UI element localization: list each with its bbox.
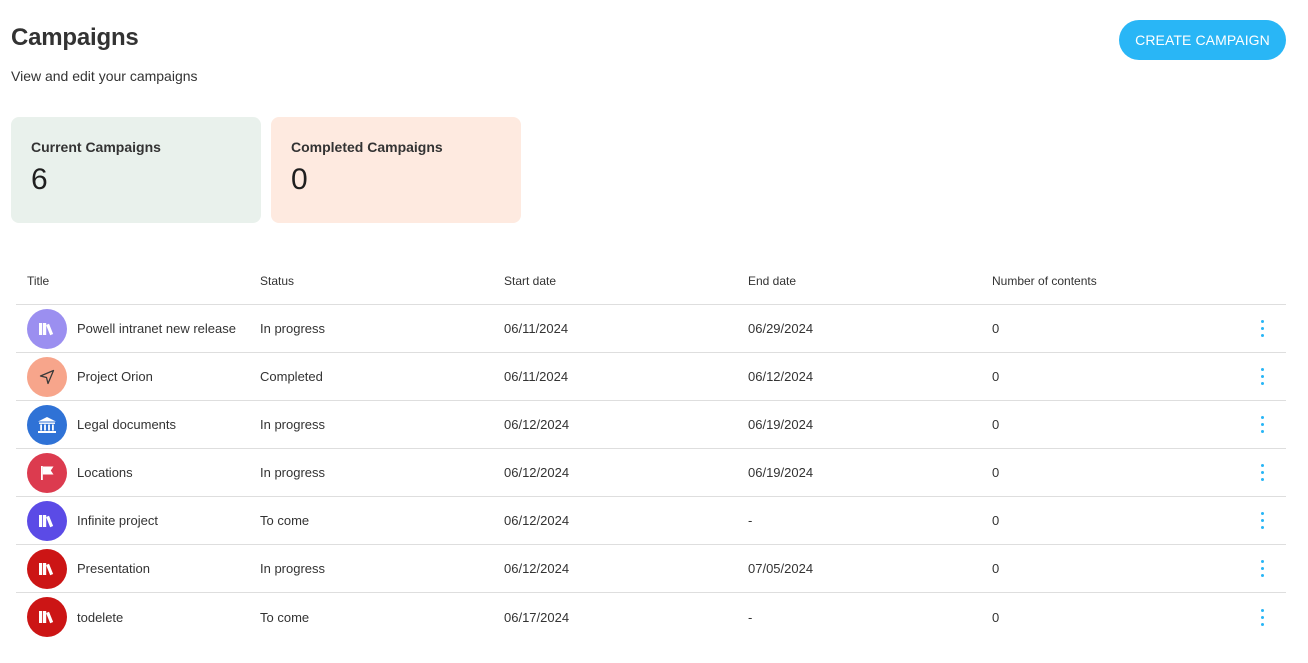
- row-more-options-icon[interactable]: [1254, 509, 1270, 533]
- column-header-start-date: Start date: [504, 273, 557, 288]
- bank-icon: [37, 416, 57, 434]
- books-icon: [38, 513, 56, 529]
- campaign-avatar: [27, 500, 67, 541]
- table-row[interactable]: Presentation In progress 06/12/2024 07/0…: [16, 545, 1286, 593]
- row-title-cell: Presentation: [16, 548, 260, 589]
- row-title-cell: Project Orion: [16, 356, 260, 397]
- current-campaigns-label: Current Campaigns: [31, 139, 161, 155]
- campaign-title[interactable]: Infinite project: [77, 513, 158, 528]
- row-more-options-icon[interactable]: [1254, 461, 1270, 485]
- table-row[interactable]: Project Orion Completed 06/11/2024 06/12…: [16, 353, 1286, 401]
- campaign-content-count: 0: [992, 609, 1000, 625]
- campaign-status: To come: [260, 513, 310, 528]
- campaign-content-count: 0: [992, 369, 1000, 384]
- campaign-avatar: [27, 452, 67, 493]
- campaign-content-count: 0: [992, 321, 1000, 336]
- current-campaigns-card: Current Campaigns 6: [11, 117, 261, 223]
- campaign-status: Completed: [260, 369, 323, 384]
- navigation-arrow-icon: [38, 368, 56, 386]
- campaign-start-date: 06/12/2024: [504, 417, 570, 432]
- table-row[interactable]: Infinite project To come 06/12/2024 - 0: [16, 497, 1286, 545]
- row-more-options-icon[interactable]: [1254, 317, 1270, 341]
- campaign-start-date: 06/11/2024: [504, 369, 569, 384]
- row-title-cell: Locations: [16, 452, 260, 493]
- column-header-end-date: End date: [748, 273, 797, 288]
- completed-campaigns-value: 0: [291, 163, 308, 196]
- table-row[interactable]: Powell intranet new release In progress …: [16, 305, 1286, 353]
- current-campaigns-value: 6: [31, 163, 48, 196]
- campaign-end-date: 06/12/2024: [748, 369, 814, 384]
- row-title-cell: Infinite project: [16, 500, 260, 541]
- campaign-end-date: 06/19/2024: [748, 417, 814, 432]
- campaign-status: In progress: [260, 417, 326, 432]
- campaign-title[interactable]: Powell intranet new release: [77, 321, 236, 336]
- table-row[interactable]: Legal documents In progress 06/12/2024 0…: [16, 401, 1286, 449]
- campaign-status: To come: [260, 609, 310, 625]
- create-campaign-button[interactable]: CREATE CAMPAIGN: [1119, 20, 1286, 60]
- campaign-start-date: 06/12/2024: [504, 465, 570, 480]
- row-title-cell: Legal documents: [16, 404, 260, 445]
- campaign-avatar: [27, 597, 67, 637]
- column-header-number-of-contents: Number of contents: [992, 273, 1097, 288]
- page-title: Campaigns: [11, 24, 139, 51]
- campaign-avatar: [27, 308, 67, 349]
- campaign-end-date: 06/29/2024: [748, 321, 814, 336]
- row-title-cell: todelete: [16, 597, 260, 637]
- campaign-status: In progress: [260, 465, 326, 480]
- campaign-title[interactable]: Locations: [77, 465, 133, 480]
- campaign-start-date: 06/12/2024: [504, 561, 570, 576]
- table-row[interactable]: Locations In progress 06/12/2024 06/19/2…: [16, 449, 1286, 497]
- row-title-cell: Powell intranet new release: [16, 308, 260, 349]
- campaign-title[interactable]: Legal documents: [77, 417, 176, 432]
- campaigns-page: Campaigns View and edit your campaigns C…: [0, 0, 1308, 663]
- campaign-end-date: -: [748, 609, 753, 625]
- row-more-options-icon[interactable]: [1254, 557, 1270, 581]
- completed-campaigns-card: Completed Campaigns 0: [271, 117, 521, 223]
- table-row[interactable]: todelete To come 06/17/2024 - 0: [16, 593, 1286, 641]
- campaign-content-count: 0: [992, 561, 1000, 576]
- campaign-title[interactable]: todelete: [77, 610, 123, 625]
- campaign-end-date: 06/19/2024: [748, 465, 814, 480]
- campaign-avatar: [27, 404, 67, 445]
- table-body: Powell intranet new release In progress …: [16, 305, 1286, 641]
- flag-icon: [38, 464, 56, 482]
- campaign-start-date: 06/17/2024: [504, 609, 570, 625]
- campaign-status: In progress: [260, 321, 326, 336]
- campaign-content-count: 0: [992, 513, 1000, 528]
- campaigns-table: Title Status Start date End date Number …: [16, 257, 1286, 641]
- campaign-avatar: [27, 548, 67, 589]
- table-header: Title Status Start date End date Number …: [16, 257, 1286, 305]
- campaign-end-date: -: [748, 513, 753, 528]
- campaign-title[interactable]: Presentation: [77, 561, 150, 576]
- row-more-options-icon[interactable]: [1254, 605, 1270, 629]
- campaign-start-date: 06/12/2024: [504, 513, 570, 528]
- campaign-title[interactable]: Project Orion: [77, 369, 153, 384]
- column-header-status: Status: [260, 273, 295, 288]
- campaign-avatar: [27, 356, 67, 397]
- campaign-status: In progress: [260, 561, 326, 576]
- books-icon: [38, 561, 56, 577]
- books-icon: [38, 609, 56, 625]
- row-more-options-icon[interactable]: [1254, 365, 1270, 389]
- page-subtitle: View and edit your campaigns: [11, 68, 198, 84]
- campaign-start-date: 06/11/2024: [504, 321, 569, 336]
- column-header-title: Title: [27, 273, 50, 288]
- books-icon: [38, 321, 56, 337]
- campaign-content-count: 0: [992, 417, 1000, 432]
- completed-campaigns-label: Completed Campaigns: [291, 139, 443, 155]
- campaign-end-date: 07/05/2024: [748, 561, 814, 576]
- campaign-content-count: 0: [992, 465, 1000, 480]
- row-more-options-icon[interactable]: [1254, 413, 1270, 437]
